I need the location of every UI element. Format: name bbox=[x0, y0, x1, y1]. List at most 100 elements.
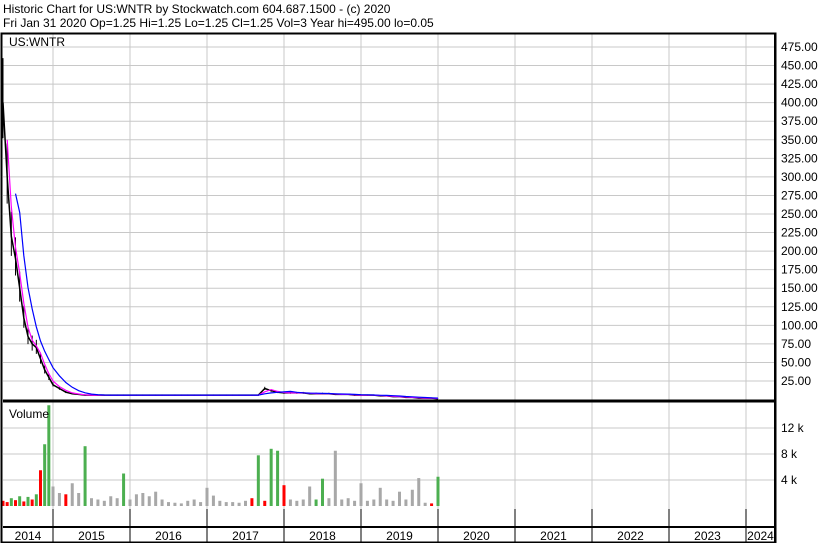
volume-bar bbox=[346, 498, 350, 506]
volume-bar bbox=[34, 494, 38, 506]
volume-bar bbox=[398, 491, 401, 506]
volume-bar bbox=[308, 486, 312, 506]
year-label: 2023 bbox=[694, 529, 721, 543]
volume-tick-label: 8 k bbox=[781, 447, 798, 461]
volume-bar bbox=[102, 500, 106, 506]
stock-chart: US:WNTR Volume 25.00 50.00 75.00 100.00 125.… bbox=[0, 32, 818, 543]
volume-bar bbox=[321, 478, 324, 506]
year-label: 2024 bbox=[747, 529, 774, 543]
volume-bar bbox=[231, 502, 235, 506]
volume-bar bbox=[51, 486, 55, 506]
volume-bar bbox=[263, 500, 267, 506]
volume-bar bbox=[353, 500, 357, 506]
volume-bar bbox=[192, 499, 196, 506]
price-tick-label: 50.00 bbox=[781, 355, 811, 369]
volume-bar bbox=[115, 498, 119, 506]
volume-tick-label: 4 k bbox=[781, 473, 798, 487]
volume-bar bbox=[154, 491, 158, 506]
volume-bar bbox=[5, 502, 9, 506]
volume-bar bbox=[250, 498, 254, 506]
symbol-label: US:WNTR bbox=[9, 35, 65, 49]
volume-bar bbox=[179, 503, 183, 506]
price-tick-label: 425.00 bbox=[781, 77, 818, 91]
volume-bar bbox=[224, 502, 228, 506]
volume-bar bbox=[39, 470, 42, 506]
volume-bar bbox=[147, 496, 151, 506]
volume-bar bbox=[77, 493, 81, 506]
volume-bar bbox=[301, 499, 305, 506]
volume-bar bbox=[173, 502, 177, 506]
volume-bar bbox=[64, 494, 68, 506]
price-tick-label: 300.00 bbox=[781, 170, 818, 184]
price-tick-label: 350.00 bbox=[781, 133, 818, 147]
price-tick-label: 175.00 bbox=[781, 263, 818, 277]
volume-bar bbox=[141, 493, 145, 506]
year-label: 2014 bbox=[15, 529, 42, 543]
short-moving-average-line bbox=[6, 139, 439, 399]
volume-bar bbox=[128, 499, 132, 506]
volume-bar bbox=[211, 495, 215, 506]
volume-bar bbox=[359, 483, 363, 506]
price-tick-label: 400.00 bbox=[781, 96, 818, 110]
price-tick-label: 475.00 bbox=[781, 40, 818, 54]
volume-bar bbox=[26, 496, 30, 506]
volume-bar bbox=[314, 499, 318, 506]
volume-bar bbox=[96, 499, 100, 506]
price-tick-label: 75.00 bbox=[781, 337, 811, 351]
price-tick-label: 25.00 bbox=[781, 374, 811, 388]
volume-bar bbox=[43, 444, 47, 506]
volume-bar bbox=[430, 503, 434, 506]
volume-bar bbox=[417, 478, 421, 506]
price-tick-label: 325.00 bbox=[781, 151, 818, 165]
price-tick-label: 125.00 bbox=[781, 300, 818, 314]
volume-bar bbox=[372, 499, 376, 506]
year-label: 2018 bbox=[309, 529, 336, 543]
volume-bar bbox=[83, 446, 87, 506]
volume-bar bbox=[269, 448, 273, 506]
year-label: 2022 bbox=[617, 529, 644, 543]
volume-bar bbox=[199, 502, 203, 506]
volume-bar bbox=[410, 489, 414, 506]
volume-bar bbox=[186, 500, 190, 506]
price-tick-label: 375.00 bbox=[781, 114, 818, 128]
volume-bar bbox=[404, 499, 408, 506]
volume-bar bbox=[391, 500, 395, 506]
volume-bar bbox=[295, 500, 299, 506]
year-label: 2017 bbox=[232, 529, 259, 543]
volume-bar bbox=[365, 500, 369, 506]
volume-bar bbox=[340, 499, 344, 506]
volume-bar bbox=[385, 499, 389, 506]
volume-bar bbox=[70, 483, 74, 506]
volume-bar bbox=[167, 502, 170, 506]
volume-bar bbox=[276, 450, 280, 506]
volume-bar bbox=[9, 498, 13, 506]
volume-bar bbox=[57, 493, 61, 506]
volume-bar bbox=[30, 499, 34, 506]
volume-bar bbox=[244, 500, 247, 506]
volume-tick-label: 12 k bbox=[781, 421, 805, 435]
price-tick-label: 200.00 bbox=[781, 244, 818, 258]
price-tick-label: 275.00 bbox=[781, 188, 818, 202]
price-tick-label: 225.00 bbox=[781, 226, 818, 240]
volume-bar bbox=[288, 499, 292, 506]
year-label: 2019 bbox=[386, 529, 413, 543]
volume-bar bbox=[327, 498, 331, 506]
volume-bar bbox=[218, 500, 222, 506]
volume-bar bbox=[90, 498, 93, 506]
price-tick-label: 150.00 bbox=[781, 281, 818, 295]
year-label: 2020 bbox=[463, 529, 490, 543]
volume-bar bbox=[423, 502, 427, 506]
volume-bar bbox=[237, 502, 241, 506]
volume-bar bbox=[282, 485, 286, 506]
volume-bar bbox=[160, 499, 164, 506]
volume-bar bbox=[436, 476, 440, 506]
volume-bar bbox=[109, 496, 113, 506]
volume-bar bbox=[14, 500, 17, 506]
volume-bar bbox=[378, 487, 382, 506]
volume-bar bbox=[134, 494, 138, 506]
year-label: 2015 bbox=[78, 529, 105, 543]
volume-bar bbox=[205, 487, 209, 506]
price-tick-label: 250.00 bbox=[781, 207, 818, 221]
year-label: 2016 bbox=[155, 529, 182, 543]
volume-label: Volume bbox=[9, 407, 49, 421]
